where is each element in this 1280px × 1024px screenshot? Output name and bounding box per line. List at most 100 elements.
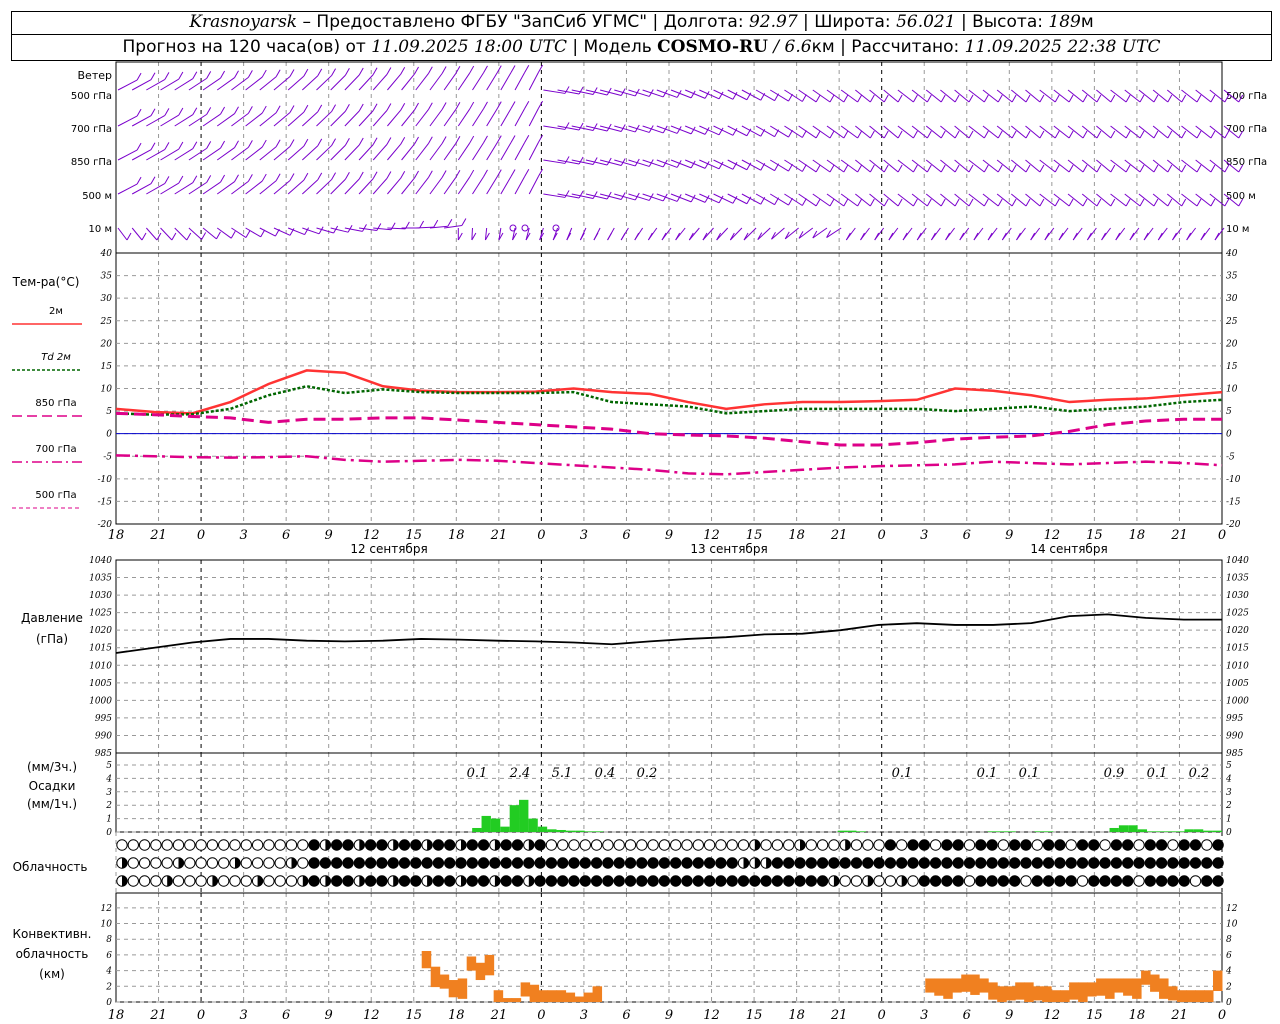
- wind-barb-flag: [386, 103, 392, 111]
- cloud-circle: [873, 839, 885, 851]
- wind-barb: [301, 104, 323, 127]
- wind-barb-staff: [855, 159, 871, 173]
- cloud-circle: [658, 875, 671, 887]
- temp-tick-left: 30: [101, 294, 113, 304]
- cloud-cover-symbol: [150, 839, 162, 851]
- cloud-circle: [1054, 839, 1066, 851]
- cloud-cover-symbol: [997, 857, 1010, 869]
- cloud-half-fill: [359, 875, 365, 887]
- pres-tick-left: 1040: [89, 556, 112, 566]
- cloud-cover-symbol: [1189, 839, 1202, 851]
- wind-barb-flag: [317, 172, 323, 181]
- wind-barb: [528, 168, 544, 195]
- temp-tick-right: 35: [1226, 272, 1238, 282]
- cloud-cover-symbol: [1088, 875, 1100, 887]
- wind-barb: [543, 122, 570, 130]
- cloud-circle: [783, 839, 795, 851]
- wind-barb-staff: [826, 125, 845, 139]
- wind-barb-flag: [1196, 94, 1202, 103]
- cloud-cover-symbol: [828, 839, 840, 851]
- precip-bar: [987, 831, 998, 832]
- cloud-circle: [150, 839, 162, 851]
- cloud-cover-symbol: [387, 857, 399, 869]
- cloud-cover-symbol: [929, 875, 942, 887]
- wind-barb: [287, 172, 309, 195]
- cloud-circle: [1133, 839, 1145, 851]
- cloud-cover-symbol: [127, 857, 140, 869]
- wind-barb-flag: [940, 164, 946, 173]
- wind-barb: [888, 227, 899, 241]
- hour-label-top: 3: [580, 528, 588, 543]
- hour-label-top: 21: [1170, 528, 1188, 543]
- wind-barb-staff: [301, 179, 319, 195]
- conv-cloud-bar: [1006, 986, 1016, 1001]
- conv-cloud-bar: [1186, 990, 1196, 1002]
- cloud-half-fill: [122, 875, 128, 887]
- pres-tick-right: 995: [1226, 714, 1243, 724]
- wind-barb-flag: [150, 142, 156, 150]
- cloud-circle: [692, 875, 704, 887]
- wind-barb-staff: [344, 178, 360, 195]
- cloud-cover-symbol: [1201, 875, 1213, 887]
- wind-barb: [784, 193, 807, 206]
- cloud-cover-symbol: [161, 875, 173, 887]
- cloud-cover-symbol: [647, 839, 659, 851]
- hour-label-bottom: 18: [1129, 1008, 1146, 1023]
- cloud-circle: [636, 839, 648, 851]
- cloud-cover-symbol: [1020, 839, 1032, 851]
- cloud-cover-symbol: [1155, 875, 1168, 887]
- wind-level-label-right: 10 м: [1226, 224, 1249, 235]
- wind-barb: [160, 227, 177, 241]
- wind-barb-flag: [997, 198, 1003, 207]
- wind-barb-flag: [192, 141, 198, 149]
- cloud-cover-symbol: [749, 875, 761, 887]
- wind-barb-flag: [926, 94, 932, 103]
- wind-barb-flag: [954, 198, 960, 207]
- cloud-cover-symbol: [839, 857, 851, 869]
- wind-barb-flag: [1082, 94, 1088, 103]
- hour-label-top: 18: [448, 528, 465, 543]
- cloud-half-fill: [393, 875, 399, 887]
- conv-cloud-bar: [1096, 978, 1106, 996]
- wind-barb-staff: [131, 227, 143, 241]
- cloud-circle: [896, 857, 908, 869]
- cloud-circle: [308, 875, 320, 887]
- wind-barb-flag: [578, 156, 584, 165]
- cloud-half-fill: [325, 875, 331, 887]
- wind-barb-flag: [372, 103, 378, 111]
- wind-barb: [688, 227, 700, 241]
- wind-barb-flag: [192, 175, 198, 183]
- wind-barb-flag: [1110, 198, 1116, 207]
- hour-label-bottom: 3: [580, 1008, 588, 1023]
- cloud-cover-symbol: [184, 839, 196, 851]
- precip-3h-total: 0.1: [467, 766, 488, 781]
- wind-barb-staff: [883, 125, 899, 139]
- cloud-cover-symbol: [816, 857, 829, 869]
- wind-barb: [826, 125, 849, 139]
- wind-barb: [593, 227, 601, 241]
- wind-barb-flag: [1011, 130, 1017, 139]
- cloud-title: Облачность: [13, 860, 88, 874]
- cloud-cover-symbol: [263, 839, 275, 851]
- wind-barb-flag: [136, 142, 142, 151]
- wind-barb-flag: [1210, 164, 1216, 173]
- cloud-circle: [1178, 875, 1190, 887]
- cloud-cover-symbol: [1099, 875, 1111, 887]
- wind-barb: [826, 193, 849, 207]
- wind-barb-flag: [1001, 232, 1007, 241]
- wind-barb-flag: [1167, 198, 1173, 207]
- wind-barb: [1096, 193, 1116, 207]
- wind-barb-flag: [869, 164, 875, 173]
- cloud-cover-symbol: [805, 875, 817, 887]
- cloud-cover-symbol: [138, 857, 151, 869]
- conv-tick-left: 10: [101, 920, 113, 930]
- wind-barb-flag: [593, 232, 599, 241]
- cloud-cover-symbol: [421, 857, 433, 869]
- wind-barb: [415, 170, 433, 195]
- cloud-circle: [783, 875, 795, 887]
- wind-barb: [987, 227, 998, 241]
- cloud-circle: [545, 875, 558, 887]
- wind-barb: [1166, 125, 1187, 139]
- wind-barb-flag: [414, 102, 419, 111]
- wind-barb-staff: [401, 109, 415, 127]
